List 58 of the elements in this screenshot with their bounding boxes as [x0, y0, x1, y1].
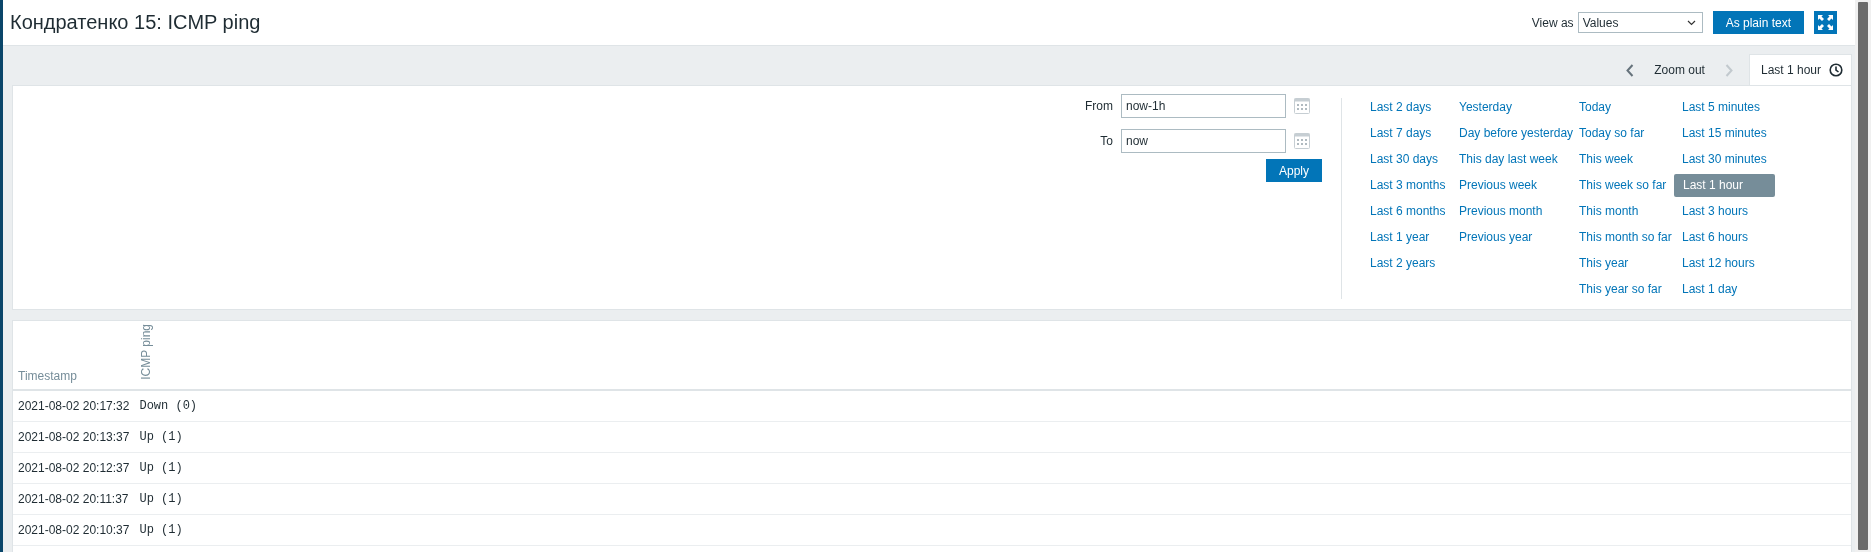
quick-range-link[interactable]: Previous year [1451, 226, 1571, 249]
quick-range-link[interactable]: Last 15 minutes [1674, 122, 1775, 145]
quick-range-link[interactable]: This year so far [1571, 278, 1674, 301]
value-cell: Up (1) [134, 421, 1851, 453]
quick-range-link[interactable]: Last 2 years [1362, 252, 1451, 275]
plain-text-button[interactable]: As plain text [1712, 11, 1804, 34]
column-header: ICMP ping [139, 324, 154, 380]
timestamp-cell: 2021-08-02 20:13:37 [13, 421, 135, 453]
quick-range-link[interactable]: Last 30 days [1362, 148, 1451, 171]
quick-range-link[interactable]: Last 3 months [1362, 174, 1451, 197]
quick-range-link[interactable]: This month [1571, 200, 1674, 223]
quick-range-link[interactable]: Last 6 hours [1674, 226, 1775, 249]
to-label: To [1099, 134, 1113, 148]
quick-range-link[interactable]: Day before yesterday [1451, 122, 1571, 145]
timestamp-cell: 2021-08-02 20:17:32 [13, 390, 135, 422]
chevron-right-icon [1724, 63, 1733, 77]
from-field[interactable]: now-1h [1121, 94, 1286, 118]
quick-range-link[interactable]: Last 6 months [1362, 200, 1451, 223]
quick-range-link[interactable]: Yesterday [1451, 96, 1571, 119]
quick-range-link[interactable]: Previous week [1451, 174, 1571, 197]
value-cell: Up (1) [134, 452, 1851, 484]
quick-range-link[interactable]: Last 1 hour [1674, 174, 1775, 197]
value-cell: Up (1) [134, 514, 1851, 546]
chevron-down-icon [1686, 19, 1696, 26]
quick-range-link[interactable]: Today [1571, 96, 1674, 119]
view-as-select[interactable]: Values [1577, 12, 1703, 33]
quick-range-link[interactable]: This month so far [1571, 226, 1674, 249]
clock-icon [1829, 63, 1843, 77]
fullscreen-button[interactable] [1814, 11, 1837, 34]
zoom-out-button[interactable]: Zoom out [1640, 55, 1719, 85]
quick-range-link[interactable]: Last 1 day [1674, 278, 1775, 301]
fullscreen-icon [1818, 15, 1833, 30]
value-cell: Down (0) [134, 390, 1851, 422]
quick-range-link[interactable]: Last 30 minutes [1674, 148, 1775, 171]
quick-range-link[interactable]: Last 3 hours [1674, 200, 1775, 223]
column-header: Timestamp [13, 321, 135, 390]
quick-range-link[interactable]: Last 12 hours [1674, 252, 1775, 275]
timestamp-cell: 2021-08-02 20:10:37 [13, 514, 135, 546]
quick-range-link[interactable]: This week so far [1571, 174, 1674, 197]
timestamp-cell: 2021-08-02 20:11:37 [13, 483, 135, 515]
quick-range-link[interactable]: Last 5 minutes [1674, 96, 1775, 119]
quick-range-link[interactable]: Last 7 days [1362, 122, 1451, 145]
page-title: Кондратенко 15: ICMP ping [10, 11, 262, 34]
value-cell: Up (1) [134, 483, 1851, 515]
timestamp-cell: 2021-08-02 20:12:37 [13, 452, 135, 484]
quick-range-link[interactable]: This day last week [1451, 148, 1571, 171]
quick-range-link[interactable]: This week [1571, 148, 1674, 171]
quick-range-link[interactable]: This year [1571, 252, 1674, 275]
quick-range-link[interactable]: Previous month [1451, 200, 1571, 223]
quick-range-link[interactable]: Last 1 year [1362, 226, 1451, 249]
scrollbar[interactable] [1855, 0, 1871, 552]
quick-range-link[interactable]: Last 2 days [1362, 96, 1451, 119]
chevron-left-icon [1626, 63, 1635, 77]
time-range-tab[interactable]: Last 1 hour [1748, 54, 1852, 85]
from-label: From [1084, 99, 1113, 113]
view-as-label: View as [1531, 15, 1574, 30]
to-field[interactable]: now [1121, 129, 1286, 153]
apply-button[interactable]: Apply [1265, 159, 1322, 182]
